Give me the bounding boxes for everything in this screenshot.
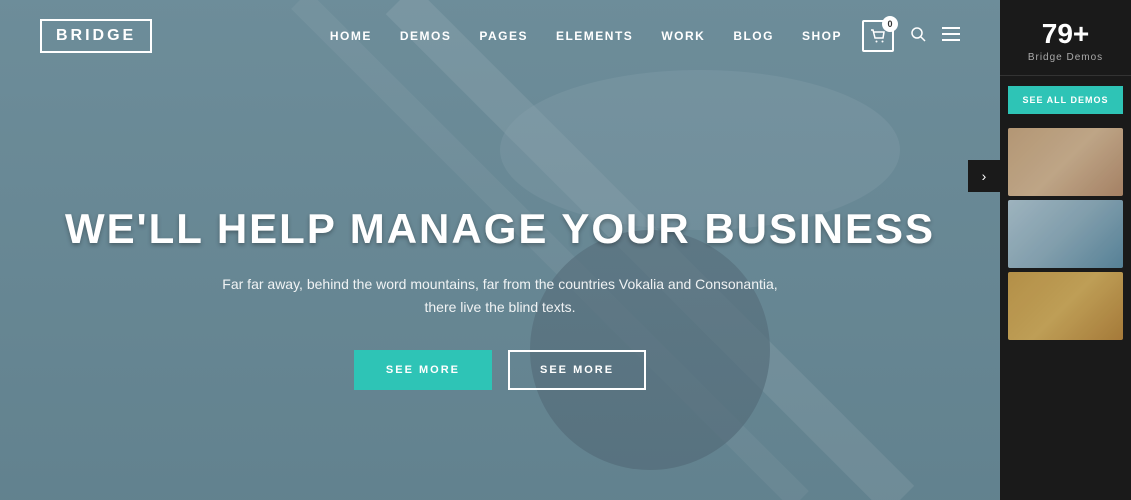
nav-link-demos[interactable]: DEMOS	[400, 29, 452, 43]
see-more-primary-button[interactable]: SEE MORE	[354, 350, 492, 390]
see-all-demos-button[interactable]: SEE ALL DEMOS	[1008, 86, 1123, 114]
logo[interactable]: BRIDGE	[40, 19, 152, 53]
nav-link-home[interactable]: HOME	[330, 29, 372, 43]
nav-link-elements[interactable]: ELEMENTS	[556, 29, 633, 43]
nav-item-work[interactable]: WORK	[661, 27, 705, 45]
panel-toggle-button[interactable]: ›	[968, 160, 1000, 192]
search-icon	[910, 26, 926, 42]
nav-link-blog[interactable]: BLOG	[733, 29, 774, 43]
nav-item-pages[interactable]: PAGES	[479, 27, 528, 45]
nav-item-home[interactable]: HOME	[330, 27, 372, 45]
chevron-icon: ›	[982, 168, 987, 184]
nav-item-demos[interactable]: DEMOS	[400, 27, 452, 45]
sidebar-panel: › 79+ Bridge Demos SEE ALL DEMOS	[1000, 0, 1131, 500]
cart-icon	[870, 29, 886, 43]
nav-item-elements[interactable]: ELEMENTS	[556, 27, 633, 45]
hamburger-icon	[942, 27, 960, 41]
nav-item-shop[interactable]: SHOP	[802, 27, 842, 45]
see-more-outline-button[interactable]: SEE MORE	[508, 350, 646, 390]
hero-section: BRIDGE HOME DEMOS PAGES ELEMENTS	[0, 0, 1000, 500]
demo-thumbnail-3[interactable]	[1008, 272, 1123, 340]
menu-button[interactable]	[942, 27, 960, 46]
nav-link-shop[interactable]: SHOP	[802, 29, 842, 43]
nav-item-blog[interactable]: BLOG	[733, 27, 774, 45]
nav-icons: 0	[862, 20, 960, 52]
search-button[interactable]	[910, 26, 926, 47]
nav-link-work[interactable]: WORK	[661, 29, 705, 43]
nav-links: HOME DEMOS PAGES ELEMENTS WORK	[330, 27, 842, 45]
demo-label: Bridge Demos	[1012, 52, 1119, 63]
demo-thumbnails	[1000, 124, 1131, 500]
hero-subtitle: Far far away, behind the word mountains,…	[220, 273, 780, 318]
hero-buttons: SEE MORE SEE MORE	[40, 350, 960, 390]
demo-thumbnail-1[interactable]	[1008, 128, 1123, 196]
demo-thumbnail-2[interactable]	[1008, 200, 1123, 268]
demo-count: 79+	[1012, 18, 1119, 50]
hero-title: WE'LL HELP MANAGE YOUR BUSINESS	[40, 205, 960, 253]
panel-header: 79+ Bridge Demos	[1000, 0, 1131, 76]
page-wrapper: BRIDGE HOME DEMOS PAGES ELEMENTS	[0, 0, 1131, 500]
hero-content: WE'LL HELP MANAGE YOUR BUSINESS Far far …	[0, 205, 1000, 390]
cart-button[interactable]: 0	[862, 20, 894, 52]
cart-badge: 0	[882, 16, 898, 32]
main-area: BRIDGE HOME DEMOS PAGES ELEMENTS	[0, 0, 1131, 500]
nav-link-pages[interactable]: PAGES	[479, 29, 528, 43]
navbar: BRIDGE HOME DEMOS PAGES ELEMENTS	[0, 0, 1000, 72]
